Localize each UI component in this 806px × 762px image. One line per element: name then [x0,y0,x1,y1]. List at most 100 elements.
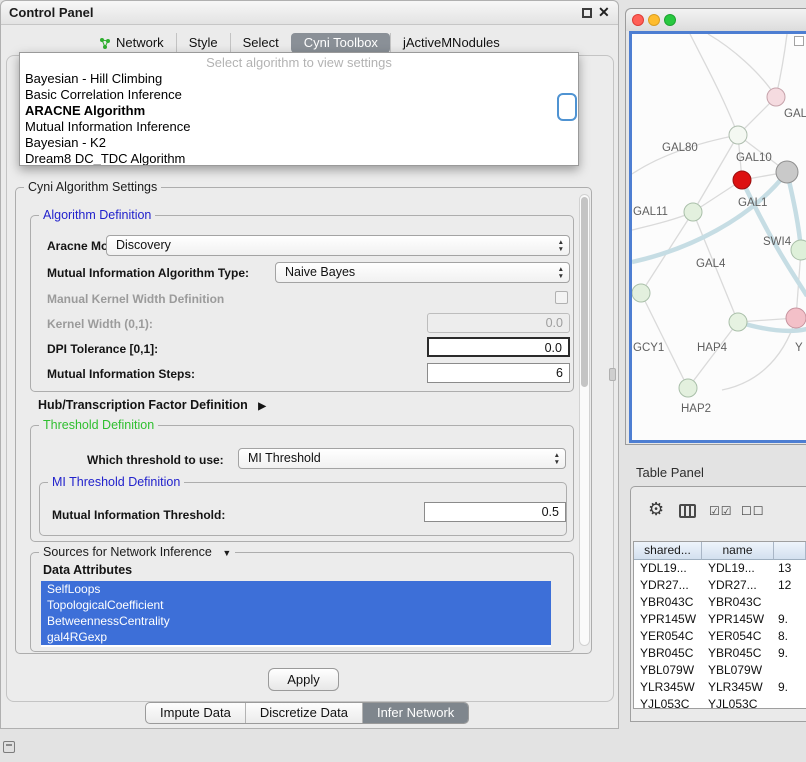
table-row[interactable]: YBR045CYBR045C9. [634,645,806,662]
panel-divider-handle[interactable] [609,368,616,381]
minimize-traffic-light[interactable] [648,14,660,26]
table-cell: 9. [774,645,806,662]
table-row[interactable]: YDR27...YDR27...12 [634,577,806,594]
network-edge[interactable] [708,34,776,97]
node-label: GAL10 [736,152,772,164]
table-row[interactable]: YJL053CYJL053C [634,696,806,709]
settings-scrollbar[interactable] [579,194,590,646]
network-edge[interactable] [641,293,688,388]
algorithm-menu-item[interactable]: ARACNE Algorithm [20,103,578,119]
apply-button[interactable]: Apply [268,668,339,691]
network-node[interactable] [729,313,747,331]
algorithm-menu-item[interactable]: Mutual Information Inference [20,119,578,135]
group-title: Cyni Algorithm Settings [24,180,161,195]
table-column-header[interactable]: name [702,542,774,560]
bottom-tab-impute-data[interactable]: Impute Data [146,703,245,723]
zoom-traffic-light[interactable] [664,14,676,26]
table-column-header[interactable] [774,542,806,560]
mi-steps-field[interactable]: 6 [427,363,570,383]
bottom-tab-infer-network[interactable]: Infer Network [362,703,468,723]
network-node[interactable] [786,308,806,328]
data-attributes-list: SelfLoopsTopologicalCoefficientBetweenne… [41,581,551,647]
aracne-mode-value: Discovery [116,238,171,252]
table-cell: 8. [774,628,806,645]
canvas-corner-box[interactable] [794,36,804,46]
network-node[interactable] [679,379,697,397]
network-node[interactable] [733,171,751,189]
table-row[interactable]: YPR145WYPR145W9. [634,611,806,628]
control-panel-titlebar[interactable]: Control Panel ✕ [1,1,618,25]
close-icon[interactable]: ✕ [598,4,610,21]
table-cell: YLR345W [634,679,702,696]
tab-cyni-toolbox[interactable]: Cyni Toolbox [291,33,390,53]
table-header: shared...name [634,542,806,560]
table-cell: YPR145W [702,611,774,628]
bottom-tab-discretize-data[interactable]: Discretize Data [245,703,362,723]
kernel-width-field[interactable]: 0.0 [427,313,570,333]
mi-type-select[interactable]: Naive Bayes ▲▼ [275,262,570,283]
algorithm-definition-group: Algorithm Definition Aracne Mode: Discov… [30,215,574,392]
algorithm-menu-items: Bayesian - Hill ClimbingBasic Correlatio… [20,71,578,166]
network-view-window: GALGAL80GAL10GAL11GAL1SWI4GAL4GCY1HAP4YH… [625,8,806,445]
network-edge[interactable] [693,135,738,212]
gear-icon[interactable]: ⚙ [648,499,664,520]
algorithm-menu-item[interactable]: Basic Correlation Inference [20,87,578,103]
mi-threshold-field[interactable]: 0.5 [424,502,566,522]
network-node[interactable] [791,240,806,260]
network-canvas[interactable]: GALGAL80GAL10GAL11GAL1SWI4GAL4GCY1HAP4YH… [629,31,806,443]
node-label: GCY1 [633,342,664,354]
table-column-header[interactable]: shared... [634,542,702,560]
node-label: GAL11 [633,206,668,218]
tab-network[interactable]: Network [87,33,176,53]
which-threshold-select[interactable]: MI Threshold ▲▼ [238,448,566,469]
checked-boxes-icon[interactable]: ☑☑ [709,504,733,518]
close-traffic-light[interactable] [632,14,644,26]
bottom-tabs: Impute DataDiscretize DataInfer Network [145,702,469,724]
settings-scrollbar-thumb[interactable] [581,197,588,387]
network-edge[interactable] [776,34,787,97]
hub-tf-definition-toggle[interactable]: Hub/Transcription Factor Definition ▶ [38,398,266,412]
table-cell: YER054C [702,628,774,645]
network-node[interactable] [767,88,785,106]
control-panel-window: Control Panel ✕ Network StyleSelectCyni T… [0,0,619,729]
node-label: GAL [784,108,806,120]
network-edge[interactable] [632,135,738,174]
network-window-titlebar[interactable] [626,9,806,31]
table-cell: YBR043C [634,594,702,611]
columns-icon[interactable] [679,504,696,518]
aracne-mode-select[interactable]: Discovery ▲▼ [106,235,570,256]
unchecked-boxes-icon[interactable]: ☐☐ [741,504,765,518]
algorithm-menu-item[interactable]: Bayesian - K2 [20,135,578,151]
table-row[interactable]: YLR345WYLR345W9. [634,679,806,696]
network-node[interactable] [632,284,650,302]
manual-kernel-checkbox[interactable] [555,291,568,304]
dpi-tolerance-field[interactable]: 0.0 [427,337,570,357]
data-attribute-item[interactable]: gal4RGexp [41,629,551,645]
algorithm-menu-item[interactable]: Dream8 DC_TDC Algorithm [20,151,578,166]
collapse-right-icon: ▶ [258,401,266,412]
table-cell: YBR045C [702,645,774,662]
table-row[interactable]: YDL19...YDL19...13 [634,560,806,577]
data-attribute-item[interactable]: TopologicalCoefficient [41,597,551,613]
tab-select[interactable]: Select [230,33,291,53]
table-row[interactable]: YBR043CYBR043C [634,594,806,611]
table-row[interactable]: YBL079WYBL079W [634,662,806,679]
tab-style[interactable]: Style [176,33,230,53]
network-node[interactable] [684,203,702,221]
data-attribute-item[interactable]: SelfLoops [41,581,551,597]
node-table: shared...name YDL19...YDL19...13YDR27...… [633,541,806,709]
table-row[interactable]: YER054CYER054C8. [634,628,806,645]
tab-label: Network [116,35,164,51]
tab-jactivemnodules[interactable]: jActiveMNodules [390,33,512,53]
hide-panels-icon[interactable] [3,741,15,753]
network-node[interactable] [729,126,747,144]
network-node[interactable] [776,161,798,183]
table-cell: YPR145W [634,611,702,628]
data-attribute-item[interactable]: BetweennessCentrality [41,613,551,629]
table-cell: YBR045C [634,645,702,662]
table-cell: YDR27... [634,577,702,594]
float-window-icon[interactable] [582,8,592,18]
network-edge[interactable] [688,322,738,388]
sources-toggle[interactable]: Sources for Network Inference ▼ [39,545,235,561]
algorithm-menu-item[interactable]: Bayesian - Hill Climbing [20,71,578,87]
